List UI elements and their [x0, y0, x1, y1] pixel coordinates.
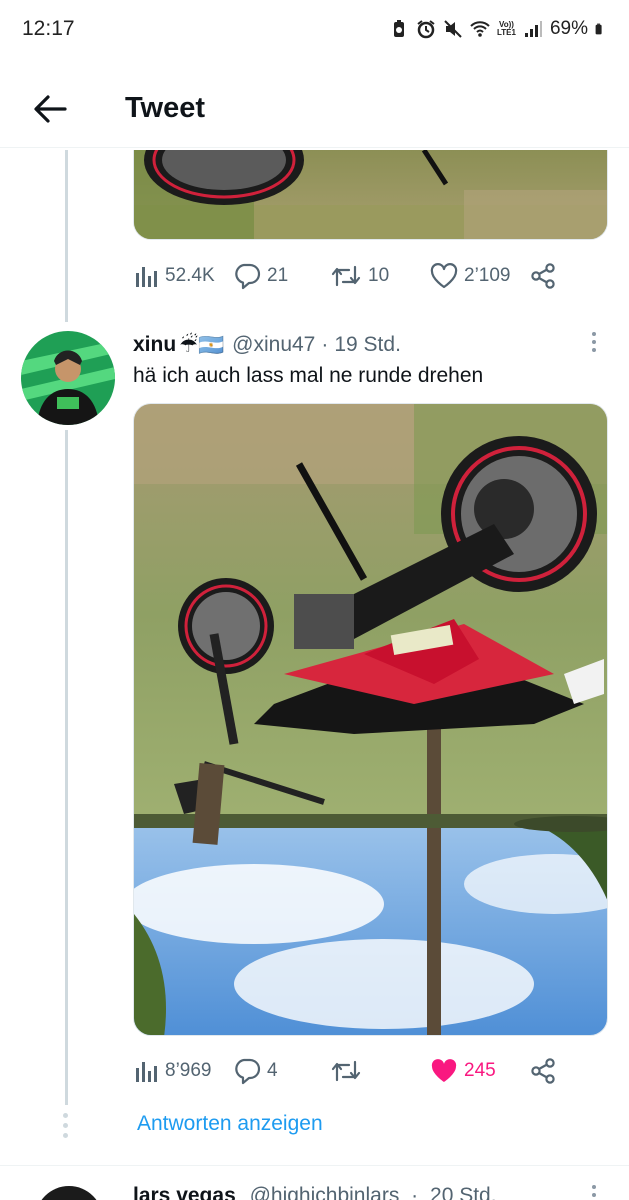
tweet-actions: 52.4K 21 10 2’109 — [133, 258, 593, 294]
alarm-icon — [417, 20, 435, 39]
tweet-header: lars vegas @highichbinlars · 20 Std. — [133, 1184, 497, 1200]
mute-icon — [444, 20, 462, 38]
like-button[interactable]: 245 — [430, 1053, 496, 1089]
avatar-image — [21, 331, 115, 425]
battery-icon — [595, 23, 602, 35]
views-button[interactable]: 52.4K — [133, 258, 215, 294]
reply-button[interactable]: 21 — [233, 258, 288, 294]
wifi-icon — [470, 21, 490, 37]
motorbike-photo — [134, 150, 607, 239]
separator: · — [321, 333, 329, 356]
reply-count: 4 — [267, 1060, 278, 1081]
retweet-icon — [331, 1060, 361, 1082]
divider — [0, 1165, 629, 1166]
share-icon — [531, 263, 555, 289]
display-name[interactable]: xinu — [133, 333, 176, 357]
dot — [63, 1133, 68, 1138]
dot — [592, 332, 596, 336]
dot — [592, 348, 596, 352]
network-indicator: Vo)) LTE1 — [497, 20, 516, 37]
username[interactable]: @highichbinlars — [250, 1184, 400, 1200]
dot — [592, 1185, 596, 1189]
arrow-left-icon — [34, 94, 67, 123]
share-button[interactable] — [529, 258, 557, 294]
like-count: 2’109 — [464, 265, 511, 286]
tweet-text: hä ich auch lass mal ne runde drehen — [133, 364, 484, 387]
username[interactable]: @xinu47 — [232, 333, 315, 357]
like-button[interactable]: 2’109 — [430, 258, 511, 294]
tweet-time[interactable]: 19 Std. — [334, 333, 401, 357]
tweet-media-image[interactable] — [133, 150, 608, 240]
like-count: 245 — [464, 1060, 496, 1081]
reply-icon — [235, 1058, 261, 1085]
views-count: 52.4K — [165, 265, 215, 286]
separator: · — [411, 1184, 419, 1200]
dot — [592, 340, 596, 344]
avatar[interactable] — [21, 331, 115, 425]
signal-icon — [524, 21, 542, 37]
motorbike-photo — [134, 404, 607, 1035]
more-options-button[interactable] — [579, 327, 609, 357]
heart-filled-icon — [431, 1059, 457, 1082]
views-count: 8’969 — [165, 1060, 212, 1081]
status-icons: Vo)) LTE1 69% — [389, 18, 607, 40]
tweet-header: xinu ☔🇦🇷 @xinu47 · 19 Std. — [133, 332, 401, 358]
thread-line — [65, 150, 68, 322]
analytics-icon — [136, 1062, 157, 1082]
dot — [63, 1123, 68, 1128]
avatar[interactable] — [35, 1186, 103, 1200]
battery-saver-icon — [394, 20, 404, 37]
show-replies-link[interactable]: Antworten anzeigen — [137, 1112, 323, 1136]
reply-button[interactable]: 4 — [233, 1053, 278, 1089]
share-button[interactable] — [529, 1053, 557, 1089]
reply-count: 21 — [267, 265, 289, 286]
views-button[interactable]: 8’969 — [133, 1053, 212, 1089]
page-title: Tweet — [125, 92, 206, 124]
retweet-button[interactable]: 10 — [330, 258, 389, 294]
retweet-count: 10 — [368, 265, 390, 286]
tweet-media-image[interactable] — [133, 403, 608, 1036]
reply-icon — [235, 263, 261, 290]
share-icon — [531, 1058, 555, 1084]
name-emoji: ☔🇦🇷 — [179, 333, 225, 357]
tweet-time[interactable]: 20 Std. — [430, 1184, 497, 1200]
display-name[interactable]: lars vegas — [133, 1184, 236, 1200]
more-options-button[interactable] — [579, 1180, 609, 1200]
battery-percent: 69% — [549, 18, 588, 39]
top-app-bar: Tweet — [0, 70, 629, 148]
dot — [63, 1113, 68, 1118]
thread-dots — [63, 1113, 68, 1138]
tweet-actions: 8’969 4 245 — [133, 1053, 593, 1089]
analytics-icon — [136, 267, 157, 287]
thread-line — [65, 430, 68, 1105]
status-bar: 12:17 Vo)) LTE1 69% — [0, 0, 629, 70]
heart-icon — [430, 263, 458, 289]
retweet-button[interactable] — [330, 1053, 368, 1089]
retweet-icon — [331, 265, 361, 287]
back-button[interactable] — [20, 79, 80, 139]
clock: 12:17 — [22, 17, 75, 40]
dot — [592, 1193, 596, 1197]
